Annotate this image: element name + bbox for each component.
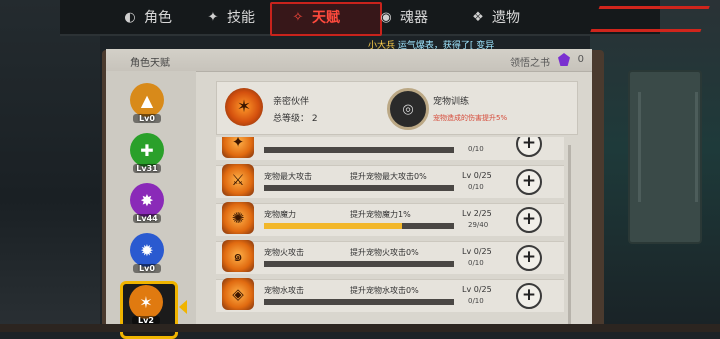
summary-name: 亲密伙伴 bbox=[273, 97, 310, 107]
panel-title: 角色天赋 bbox=[130, 58, 170, 69]
talent-name: 宠物最大攻击 bbox=[264, 172, 312, 181]
upgrade-button[interactable]: + bbox=[516, 137, 542, 157]
talent-progress-bar bbox=[264, 223, 454, 229]
talent-badge-icon: ✶ bbox=[129, 285, 163, 319]
tab-label: 角色 bbox=[144, 10, 172, 26]
talent-badge-3[interactable]: ✸ Lv44 bbox=[130, 183, 164, 223]
magic-icon: ✺ bbox=[222, 202, 254, 234]
talent-desc: 提升宠物火攻击0% bbox=[350, 248, 419, 257]
summary-level-value: 2 bbox=[311, 114, 318, 124]
book-label: 领悟之书 bbox=[510, 58, 550, 69]
pet-training-name: 宠物训练 bbox=[433, 97, 470, 107]
talent-desc: 提升宠物最大攻击0% bbox=[350, 172, 427, 181]
talent-progress-text: 0/10 bbox=[468, 183, 484, 191]
fire-icon: ๑ bbox=[222, 240, 254, 272]
talent-level: Lv 2/25 bbox=[462, 209, 492, 218]
soul-icon: ◉ bbox=[380, 9, 392, 25]
talent-name: 宠物火攻击 bbox=[264, 248, 304, 257]
talent-desc: 提升宠物水攻击0% bbox=[350, 286, 419, 295]
talent-level: Lv 0/25 bbox=[462, 247, 492, 256]
talent-progress-text: 0/10 bbox=[468, 145, 484, 153]
badge-level: Lv0 bbox=[133, 114, 161, 123]
bottom-decoration bbox=[0, 324, 720, 332]
talent-badge-icon: ✹ bbox=[130, 233, 164, 267]
tab-soul[interactable]: ◉ 魂器 bbox=[378, 4, 428, 30]
talent-level: Lv 0/25 bbox=[462, 171, 492, 180]
top-tab-bar: ◐ 角色 ✦ 技能 ✧ 天赋 ◉ 魂器 ❖ 遗物 bbox=[60, 0, 710, 36]
talent-name: 宠物魔力 bbox=[264, 210, 296, 219]
talent-row: ◈ 宠物水攻击 提升宠物水攻击0% Lv 0/25 0/10 + bbox=[216, 278, 564, 312]
panel-header: 角色天赋 领悟之书 0 bbox=[106, 49, 592, 72]
pet-training-desc: 宠物造成的伤害提升5% bbox=[433, 114, 508, 122]
tab-skill[interactable]: ✦ 技能 bbox=[205, 4, 255, 30]
tab-label: 遗物 bbox=[492, 10, 520, 26]
selection-arrow-icon bbox=[179, 300, 187, 314]
background-pillar bbox=[628, 70, 702, 244]
badge-level: Lv44 bbox=[133, 214, 161, 223]
talent-row-list: ✦ 0/10 + ⚔ 宠物最大攻击 提升宠物最大攻击0% Lv 0/25 0/1… bbox=[216, 137, 564, 332]
tab-label: 魂器 bbox=[400, 10, 428, 26]
upgrade-button[interactable]: + bbox=[516, 207, 542, 233]
character-icon: ◐ bbox=[124, 9, 136, 25]
talent-name: 宠物水攻击 bbox=[264, 286, 304, 295]
scrollbar[interactable] bbox=[568, 145, 571, 330]
talent-badge-1[interactable]: ▲ Lv0 bbox=[130, 83, 164, 123]
upgrade-button[interactable]: + bbox=[516, 283, 542, 309]
decorative-arrow bbox=[590, 6, 710, 32]
talent-summary: ✶ 亲密伙伴 总等级： 2 ◎ 宠物训练 宠物造成的伤害提升5% bbox=[216, 81, 578, 135]
talent-progress-bar bbox=[264, 185, 454, 191]
talent-badge-2[interactable]: ✚ Lv31 bbox=[130, 133, 164, 173]
talent-level: Lv 0/25 bbox=[462, 285, 492, 294]
talent-progress-bar bbox=[264, 299, 454, 305]
talent-row: ✦ 0/10 + bbox=[216, 137, 564, 160]
talent-row: ๑ 宠物火攻击 提升宠物火攻击0% Lv 0/25 0/10 + bbox=[216, 240, 564, 274]
talent-badge-icon: ▲ bbox=[130, 83, 164, 117]
tab-label: 天赋 bbox=[312, 10, 340, 26]
tab-relic[interactable]: ❖ 遗物 bbox=[470, 4, 520, 30]
talent-progress-fill bbox=[264, 223, 402, 229]
tab-character[interactable]: ◐ 角色 bbox=[122, 4, 172, 30]
background-left bbox=[0, 0, 100, 332]
upgrade-button[interactable]: + bbox=[516, 169, 542, 195]
talent-icon: ✧ bbox=[292, 9, 304, 25]
talent-progress-text: 0/10 bbox=[468, 259, 484, 267]
relic-icon: ❖ bbox=[472, 9, 484, 25]
tab-talent[interactable]: ✧ 天赋 bbox=[290, 4, 340, 30]
badge-level: Lv0 bbox=[133, 264, 161, 273]
talent-badge-5[interactable]: ✶ Lv2 bbox=[129, 285, 163, 325]
talent-progress-bar bbox=[264, 261, 454, 267]
summary-level-label: 总等级： bbox=[273, 114, 310, 124]
talent-row: ✺ 宠物魔力 提升宠物魔力1% Lv 2/25 29/40 + bbox=[216, 202, 564, 236]
talent-progress-bar bbox=[264, 147, 454, 153]
gem-icon bbox=[558, 53, 570, 66]
talent-badge-icon: ✚ bbox=[130, 133, 164, 167]
talent-progress-text: 0/10 bbox=[468, 297, 484, 305]
water-icon: ◈ bbox=[222, 278, 254, 310]
talent-progress-text: 29/40 bbox=[468, 221, 489, 229]
tab-label: 技能 bbox=[227, 10, 255, 26]
talent-badge-4[interactable]: ✹ Lv0 bbox=[130, 233, 164, 273]
upgrade-button[interactable]: + bbox=[516, 245, 542, 271]
sword-icon: ⚔ bbox=[222, 164, 254, 196]
talent-row-icon: ✦ bbox=[222, 137, 254, 158]
talent-panel: 角色天赋 领悟之书 0 ▲ Lv0 ✚ Lv31 ✸ Lv44 ✹ Lv0 ✶ … bbox=[106, 49, 592, 339]
talent-badge-icon: ✸ bbox=[130, 183, 164, 217]
pet-training-icon[interactable]: ◎ bbox=[387, 88, 429, 130]
companion-icon: ✶ bbox=[225, 88, 263, 126]
talent-desc: 提升宠物魔力1% bbox=[350, 210, 411, 219]
skill-icon: ✦ bbox=[207, 9, 219, 25]
talent-row: ⚔ 宠物最大攻击 提升宠物最大攻击0% Lv 0/25 0/10 + bbox=[216, 164, 564, 198]
summary-level: 总等级： 2 bbox=[273, 111, 318, 124]
badge-level: Lv31 bbox=[133, 164, 161, 173]
book-count: 0 bbox=[577, 54, 584, 65]
